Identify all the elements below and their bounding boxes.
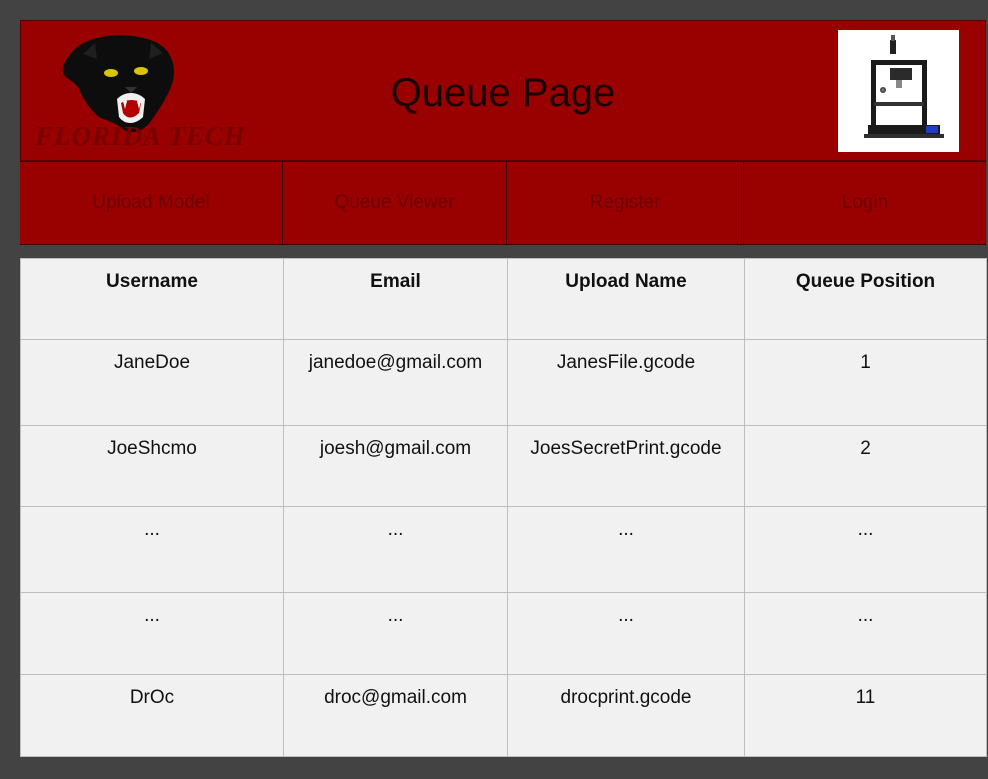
queue-position-cell: 11 [744, 674, 987, 757]
queue-position-cell: ... [744, 506, 987, 593]
table-header-row: Username Email Upload Name Queue Positio… [20, 258, 987, 340]
nav-register[interactable]: Register [507, 162, 744, 244]
table-row: ... ... ... ... [20, 506, 987, 593]
column-header-queue-position: Queue Position [744, 258, 987, 340]
username-cell: DrOc [20, 674, 284, 757]
queue-table: Username Email Upload Name Queue Positio… [20, 258, 987, 757]
queue-position-cell: ... [744, 592, 987, 675]
upload-name-cell: ... [507, 506, 745, 593]
table-row: DrOc droc@gmail.com drocprint.gcode 11 [20, 674, 987, 757]
email-cell: droc@gmail.com [283, 674, 508, 757]
username-cell: ... [20, 506, 284, 593]
logo-wordmark: FLORIDA TECH [35, 121, 246, 151]
upload-name-cell: ... [507, 592, 745, 675]
email-cell: janedoe@gmail.com [283, 339, 508, 426]
username-cell: JaneDoe [20, 339, 284, 426]
3d-printer-icon [864, 35, 944, 138]
queue-position-cell: 1 [744, 339, 987, 426]
column-header-username: Username [20, 258, 284, 340]
email-cell: ... [283, 506, 508, 593]
username-cell: ... [20, 592, 284, 675]
column-header-email: Email [283, 258, 508, 340]
main-nav: Upload Model Queue Viewer Register Login [20, 161, 986, 245]
email-cell: joesh@gmail.com [283, 425, 508, 507]
upload-name-cell: JanesFile.gcode [507, 339, 745, 426]
table-row: JaneDoe janedoe@gmail.com JanesFile.gcod… [20, 339, 987, 426]
nav-login[interactable]: Login [744, 162, 986, 244]
upload-name-cell: JoesSecretPrint.gcode [507, 425, 745, 507]
nav-queue-viewer[interactable]: Queue Viewer [283, 162, 507, 244]
queue-position-cell: 2 [744, 425, 987, 507]
email-cell: ... [283, 592, 508, 675]
username-cell: JoeShcmo [20, 425, 284, 507]
page: FLORIDA TECH Queue Page Upload Model Que… [20, 20, 987, 759]
printer-image [838, 30, 959, 152]
table-row: ... ... ... ... [20, 592, 987, 675]
upload-name-cell: drocprint.gcode [507, 674, 745, 757]
column-header-upload-name: Upload Name [507, 258, 745, 340]
page-header: FLORIDA TECH Queue Page [20, 20, 986, 161]
nav-upload-model[interactable]: Upload Model [20, 162, 283, 244]
table-row: JoeShcmo joesh@gmail.com JoesSecretPrint… [20, 425, 987, 507]
